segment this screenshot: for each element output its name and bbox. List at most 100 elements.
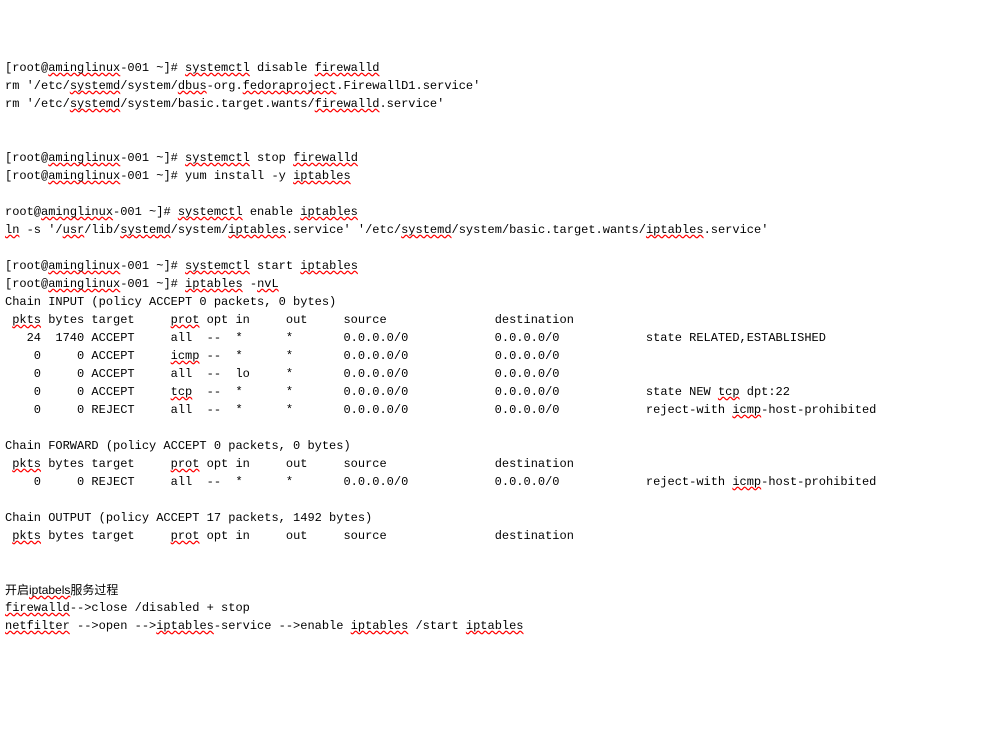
terminal-line: [root@aminglinux-001 ~]# systemctl start…	[5, 257, 995, 275]
text: [root@	[5, 169, 48, 183]
text: opt in out source destination	[199, 457, 573, 471]
terminal-line: ln -s '/usr/lib/systemd/system/iptables.…	[5, 221, 995, 239]
spell-error: iptables	[466, 619, 524, 633]
text: Chain OUTPUT (policy ACCEPT 17 packets, …	[5, 511, 372, 525]
text: 0 0 ACCEPT all -- lo * 0.0.0.0/0 0.0.0.0…	[5, 367, 560, 381]
terminal-line: 0 0 REJECT all -- * * 0.0.0.0/0 0.0.0.0/…	[5, 401, 995, 419]
blank-line	[5, 239, 995, 257]
spell-error: prot	[171, 529, 200, 543]
text: .service'	[379, 97, 444, 111]
spell-error: pkts	[12, 313, 41, 327]
spell-error: pkts	[12, 457, 41, 471]
spell-error: aminglinux	[48, 277, 120, 291]
text: dpt:22	[740, 385, 790, 399]
text	[5, 529, 12, 543]
text: root@	[5, 205, 41, 219]
text: start	[250, 259, 300, 273]
spell-error: iptabels	[29, 583, 70, 597]
text: bytes target	[41, 457, 171, 471]
text: -s '/	[19, 223, 62, 237]
spell-error: systemd	[70, 79, 120, 93]
spell-error: ln	[5, 223, 19, 237]
spell-error: icmp	[171, 349, 200, 363]
spell-error: iptables	[300, 205, 358, 219]
spell-error: dbus	[178, 79, 207, 93]
spell-error: aminglinux	[48, 259, 120, 273]
terminal-line: root@aminglinux-001 ~]# systemctl enable…	[5, 203, 995, 221]
spell-error: aminglinux	[48, 151, 120, 165]
spell-error: systemctl	[185, 61, 250, 75]
terminal-line: 0 0 ACCEPT icmp -- * * 0.0.0.0/0 0.0.0.0…	[5, 347, 995, 365]
terminal-line: Chain OUTPUT (policy ACCEPT 17 packets, …	[5, 509, 995, 527]
spell-error: systemctl	[178, 205, 243, 219]
text: -->close /disabled + stop	[70, 601, 250, 615]
text: bytes target	[41, 313, 171, 327]
text: Chain INPUT (policy ACCEPT 0 packets, 0 …	[5, 295, 336, 309]
text: 0 0 ACCEPT	[5, 385, 171, 399]
text: /lib/	[84, 223, 120, 237]
text: -001 ~]# yum install -y	[120, 169, 293, 183]
text: /start	[408, 619, 466, 633]
note-line: netfilter -->open -->iptables-service --…	[5, 617, 995, 635]
spell-error: fedoraproject	[243, 79, 337, 93]
terminal-line: Chain INPUT (policy ACCEPT 0 packets, 0 …	[5, 293, 995, 311]
spell-error: firewalld	[315, 61, 380, 75]
spell-error: aminglinux	[41, 205, 113, 219]
spell-error: pkts	[12, 529, 41, 543]
text: disable	[250, 61, 315, 75]
text: 服务过程	[70, 583, 118, 597]
text: -- * * 0.0.0.0/0 0.0.0.0/0	[199, 349, 559, 363]
text: -->open -->	[70, 619, 156, 633]
text: 0 0 ACCEPT	[5, 349, 171, 363]
terminal-line: 0 0 ACCEPT tcp -- * * 0.0.0.0/0 0.0.0.0/…	[5, 383, 995, 401]
blank-line	[5, 545, 995, 563]
text: [root@	[5, 151, 48, 165]
text: enable	[243, 205, 301, 219]
spell-error: iptables	[156, 619, 214, 633]
terminal-line: Chain FORWARD (policy ACCEPT 0 packets, …	[5, 437, 995, 455]
text: opt in out source destination	[199, 529, 573, 543]
text: opt in out source destination	[199, 313, 573, 327]
spell-error: firewalld	[5, 601, 70, 615]
spell-error: systemctl	[185, 151, 250, 165]
text: -001 ~]#	[120, 61, 185, 75]
text: [root@	[5, 61, 48, 75]
terminal-line: pkts bytes target prot opt in out source…	[5, 455, 995, 473]
note-line: firewalld-->close /disabled + stop	[5, 599, 995, 617]
spell-error: systemctl	[185, 259, 250, 273]
text: /system/basic.target.wants/	[120, 97, 314, 111]
text: .FirewallD1.service'	[336, 79, 480, 93]
spell-error: iptables	[293, 169, 351, 183]
spell-error: systemd	[401, 223, 451, 237]
terminal-line: 0 0 ACCEPT all -- lo * 0.0.0.0/0 0.0.0.0…	[5, 365, 995, 383]
spell-error: iptables	[228, 223, 286, 237]
text: stop	[250, 151, 293, 165]
text: rm '/etc/	[5, 79, 70, 93]
spell-error: iptables	[185, 277, 243, 291]
text: -001 ~]#	[120, 151, 185, 165]
text: /system/	[171, 223, 229, 237]
terminal-line: [root@aminglinux-001 ~]# yum install -y …	[5, 167, 995, 185]
spell-error: aminglinux	[48, 61, 120, 75]
spell-error: tcp	[718, 385, 740, 399]
spell-error: netfilter	[5, 619, 70, 633]
text: 0 0 REJECT all -- * * 0.0.0.0/0 0.0.0.0/…	[5, 475, 732, 489]
spell-error: iptables	[646, 223, 704, 237]
text: -host-prohibited	[761, 403, 876, 417]
spell-error: systemd	[70, 97, 120, 111]
spell-error: icmp	[732, 475, 761, 489]
text: -host-prohibited	[761, 475, 876, 489]
terminal-line: [root@aminglinux-001 ~]# iptables -nvL	[5, 275, 995, 293]
spell-error: prot	[171, 313, 200, 327]
text: -001 ~]#	[120, 277, 185, 291]
blank-line	[5, 131, 995, 149]
text: -	[243, 277, 257, 291]
terminal-line: pkts bytes target prot opt in out source…	[5, 311, 995, 329]
text: -001 ~]#	[113, 205, 178, 219]
text: Chain FORWARD (policy ACCEPT 0 packets, …	[5, 439, 351, 453]
spell-error: prot	[171, 457, 200, 471]
text: -org.	[207, 79, 243, 93]
text: [root@	[5, 259, 48, 273]
terminal-line: rm '/etc/systemd/system/dbus-org.fedorap…	[5, 77, 995, 95]
note-line: 开启iptabels服务过程	[5, 581, 995, 599]
